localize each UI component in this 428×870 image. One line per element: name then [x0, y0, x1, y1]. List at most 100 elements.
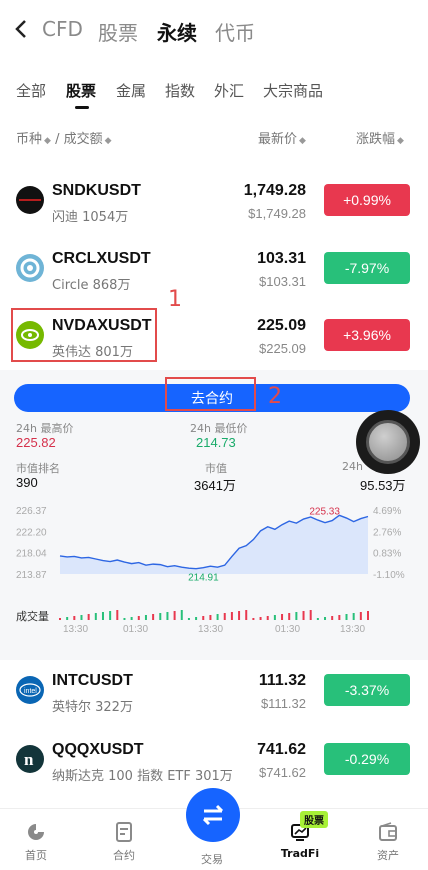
home-icon	[28, 824, 44, 840]
category-commodities[interactable]: 大宗商品	[263, 80, 323, 101]
last-price: 225.09	[257, 317, 306, 334]
volume-bar	[94, 613, 97, 620]
volume-bar	[359, 612, 362, 620]
volume-bar	[352, 613, 355, 620]
volume-bar	[180, 610, 183, 620]
category-all[interactable]: 全部	[16, 80, 46, 101]
contract-icon	[116, 822, 132, 842]
volume-bar	[273, 615, 276, 620]
volume-bar	[367, 611, 369, 620]
header-last-price[interactable]: 最新价 ◆	[258, 128, 306, 147]
sub-info: 闪迪 1054万	[52, 210, 129, 225]
symbol: CRCLXUSDT	[52, 250, 151, 267]
mcap-label: 市值	[205, 462, 227, 475]
volume-bar	[159, 613, 162, 620]
usd-price: $741.62	[259, 765, 306, 780]
list-item-intc[interactable]: intel INTCUSDT 英特尔 322万 111.32 $111.32 -…	[0, 662, 428, 728]
record-knob-icon	[366, 420, 410, 464]
usd-price: $225.09	[259, 341, 306, 356]
volume-bar	[288, 613, 291, 620]
volume-bar	[73, 616, 76, 620]
change-badge[interactable]: -7.97%	[324, 252, 410, 284]
volume-bar	[130, 617, 133, 620]
nav-contract[interactable]: 合约	[94, 821, 154, 863]
x-tick: 01:30	[275, 624, 300, 635]
rank-label: 市值排名	[16, 462, 60, 475]
tradfi-badge: 股票	[300, 811, 328, 828]
change-badge[interactable]: +0.99%	[324, 184, 410, 216]
volume-bar	[109, 611, 112, 620]
y-tick-left: 213.87	[16, 570, 47, 581]
last-price: 111.32	[258, 672, 306, 689]
circle-logo-icon	[16, 254, 44, 282]
tab-cfd[interactable]: CFD	[42, 17, 83, 41]
x-tick: 13:30	[63, 624, 88, 635]
tab-tokens[interactable]: 代币	[215, 17, 255, 46]
volume-bar	[324, 617, 327, 620]
category-underline	[75, 106, 89, 109]
volume-bar	[80, 615, 83, 620]
tab-perpetual[interactable]: 永续	[157, 17, 197, 46]
sandisk-logo-icon	[16, 186, 44, 214]
nasdaq-logo-icon: n	[16, 745, 44, 773]
volume-bar	[259, 617, 262, 620]
nav-home[interactable]: 首页	[6, 821, 66, 863]
category-stocks[interactable]: 股票	[66, 80, 96, 101]
y-tick-right: 4.69%	[373, 506, 401, 517]
volume-bar	[195, 617, 198, 620]
annotation-box-2	[165, 377, 256, 411]
rank-value: 390	[16, 475, 38, 490]
change-badge[interactable]: +3.96%	[324, 319, 410, 351]
screen-record-button[interactable]	[356, 410, 420, 474]
sub-info: Circle 868万	[52, 278, 131, 293]
y-tick-right: 2.76%	[373, 527, 401, 538]
detail-panel: 去合约 24h 最高价 225.82 24h 最低价 214.73 市值排名 3…	[0, 370, 428, 660]
volume-bar	[66, 617, 69, 620]
symbol: SNDKUSDT	[52, 182, 141, 199]
change-badge[interactable]: -0.29%	[324, 743, 410, 775]
high-value: 225.82	[16, 435, 56, 450]
x-tick: 01:30	[123, 624, 148, 635]
chevron-left-icon[interactable]	[14, 18, 32, 42]
volume-bar	[216, 614, 219, 620]
wallet-icon	[379, 822, 397, 841]
tab-stocks[interactable]: 股票	[98, 17, 138, 46]
volume-bar	[223, 613, 226, 620]
symbol: QQQXUSDT	[52, 741, 144, 758]
volume-bar	[123, 618, 126, 620]
volume-bar	[345, 614, 348, 620]
category-forex[interactable]: 外汇	[214, 80, 244, 101]
volume-bar	[166, 612, 169, 620]
price-area	[60, 515, 368, 574]
list-item-sndk[interactable]: SNDKUSDT 闪迪 1054万 1,749.28 $1,749.28 +0.…	[0, 172, 428, 238]
volume-bar	[302, 611, 305, 620]
usd-price: $103.31	[259, 274, 306, 289]
max-label: 225.33	[309, 506, 340, 517]
nav-assets[interactable]: 资产	[358, 821, 418, 863]
volume-bar	[144, 615, 147, 620]
nav-trade-label[interactable]: 交易	[182, 851, 242, 867]
volume-axis-label: 成交量	[16, 610, 49, 623]
trade-button[interactable]	[186, 788, 240, 842]
category-metals[interactable]: 金属	[116, 80, 146, 101]
volume-value: 95.53万	[360, 478, 406, 493]
low-value: 214.73	[196, 435, 236, 450]
volume-bar	[309, 610, 312, 620]
svg-text:n: n	[24, 750, 34, 769]
volume-bar	[87, 614, 90, 620]
y-tick-right: 0.83%	[373, 549, 401, 560]
last-price: 741.62	[257, 741, 306, 758]
header-change[interactable]: 涨跌幅 ◆	[356, 128, 404, 147]
y-tick-left: 218.04	[16, 549, 47, 560]
list-item-crclx[interactable]: CRCLXUSDT Circle 868万 103.31 $103.31 -7.…	[0, 240, 428, 306]
sub-info: 英特尔 322万	[52, 700, 133, 715]
price-chart[interactable]: 226.37 222.20 218.04 213.87 4.69% 2.76% 0.83% -…	[0, 502, 428, 638]
volume-bar	[230, 612, 233, 620]
volume-bar	[238, 611, 241, 620]
volume-bar	[152, 614, 155, 620]
change-badge[interactable]: -3.37%	[324, 674, 410, 706]
category-index[interactable]: 指数	[165, 80, 195, 101]
volume-bar	[266, 616, 269, 620]
header-symbol[interactable]: 币种 ◆ / 成交额 ◆	[16, 128, 112, 147]
volume-bar	[59, 618, 61, 620]
